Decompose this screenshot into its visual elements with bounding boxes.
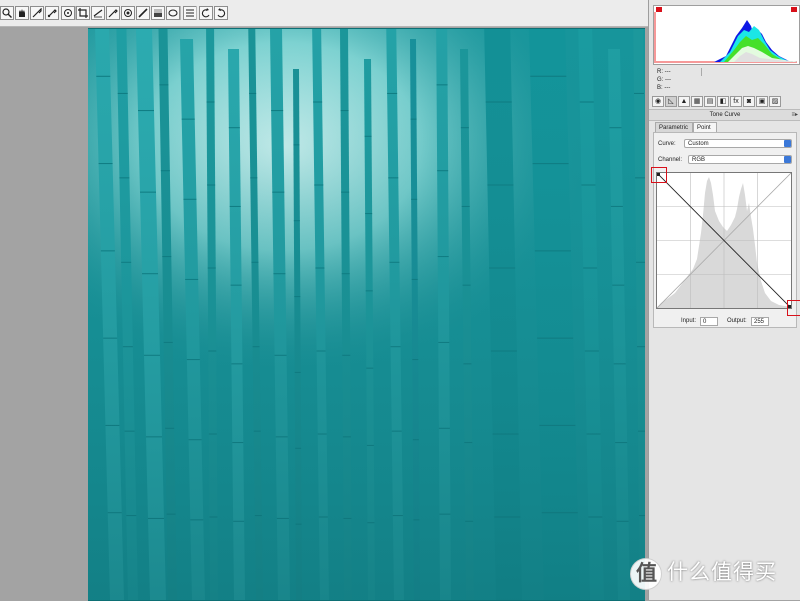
adjustment-brush-button[interactable] xyxy=(136,6,150,20)
adjustments-panel: R: --- G: --- B: --- ◉ ◺ ▲ ▦ ▤ ◧ fx ◙ ▣ ▨ Tone Cu… xyxy=(648,0,800,600)
readout-r: R: --- xyxy=(657,69,671,75)
radial-filter-icon xyxy=(168,9,178,17)
readout-b: B: --- xyxy=(657,85,671,91)
input-field[interactable]: 0 xyxy=(700,317,718,326)
watermark-logo: 值 xyxy=(630,558,662,590)
histogram xyxy=(653,5,800,65)
red-eye-tool-icon xyxy=(124,9,132,17)
zoom-tool-button[interactable] xyxy=(0,6,14,20)
lens-corrections-tab-icon[interactable]: ◧ xyxy=(717,96,729,107)
preferences-button[interactable] xyxy=(183,6,197,20)
straighten-tool-icon xyxy=(93,9,103,18)
zoom-tool-icon xyxy=(2,8,12,18)
watermark-text: 什么值得买 xyxy=(667,561,777,584)
presets-tab-icon[interactable]: ▣ xyxy=(756,96,768,107)
curve-preset-select[interactable]: Custom xyxy=(684,139,792,148)
graduated-filter-button[interactable] xyxy=(151,6,165,20)
crop-tool-button[interactable] xyxy=(76,6,90,20)
basic-tab-icon[interactable]: ◉ xyxy=(652,96,664,107)
tab-parametric[interactable]: Parametric xyxy=(655,122,693,132)
image-canvas[interactable] xyxy=(0,27,648,601)
shadow-clipping-warning[interactable] xyxy=(656,7,662,12)
snapshots-tab-icon[interactable]: ▨ xyxy=(769,96,781,107)
readout-g: G: --- xyxy=(657,77,671,83)
tool-separator xyxy=(196,6,197,20)
panel-menu-icon[interactable]: ≡▸ xyxy=(791,110,798,120)
readout-divider xyxy=(701,68,702,76)
tone-curve-svg xyxy=(656,172,792,309)
panel-title-text: Tone Curve xyxy=(709,112,741,118)
output-label: Output: xyxy=(727,318,747,324)
split-toning-tab-icon[interactable]: ▤ xyxy=(704,96,716,107)
effects-tab-icon[interactable]: fx xyxy=(730,96,742,107)
preferences-icon xyxy=(186,9,194,17)
photo-preview[interactable] xyxy=(88,28,645,601)
tool-separator xyxy=(180,6,181,20)
adjustment-brush-icon xyxy=(138,8,148,18)
spot-removal-tool-button[interactable] xyxy=(106,6,120,20)
rotate-ccw-icon xyxy=(201,8,210,18)
input-label: Input: xyxy=(681,318,697,324)
tab-point[interactable]: Point xyxy=(693,122,717,132)
hand-tool-icon xyxy=(19,9,25,17)
straighten-tool-button[interactable] xyxy=(91,6,105,20)
curve-preset-value: Custom xyxy=(688,141,709,147)
toolbar xyxy=(0,0,648,27)
camera-calibration-tab-icon[interactable]: ◙ xyxy=(743,96,755,107)
panel-icon-tabs: ◉ ◺ ▲ ▦ ▤ ◧ fx ◙ ▣ ▨ xyxy=(652,96,797,108)
color-sampler-tool-button[interactable] xyxy=(45,6,59,20)
channel-label: Channel: xyxy=(658,157,683,163)
output-field[interactable]: 255 xyxy=(751,317,769,326)
rotate-ccw-button[interactable] xyxy=(199,6,213,20)
hand-tool-button[interactable] xyxy=(15,6,29,20)
histogram-graph xyxy=(654,12,797,63)
hsl-tab-icon[interactable]: ▦ xyxy=(691,96,703,107)
graduated-filter-icon xyxy=(154,9,162,17)
chevron-updown-icon xyxy=(784,156,791,163)
panel-title: Tone Curve ≡▸ xyxy=(649,109,800,121)
bottom-right-point-highlight xyxy=(787,300,800,316)
rgb-readout: R: --- G: --- B: --- xyxy=(657,68,797,94)
rotate-cw-icon xyxy=(217,8,226,18)
rotate-cw-button[interactable] xyxy=(214,6,228,20)
bamboo-forest-image xyxy=(88,29,645,600)
curve-label: Curve: xyxy=(658,141,676,147)
white-balance-tool-icon xyxy=(32,8,42,18)
channel-value: RGB xyxy=(692,157,706,163)
tone-curve-graph[interactable] xyxy=(656,172,792,309)
targeted-adjustment-tool-icon xyxy=(64,9,72,17)
chevron-updown-icon xyxy=(784,140,791,147)
watermark: 值 什么值得买 xyxy=(630,558,798,590)
top-left-point-highlight xyxy=(651,167,667,183)
channel-select[interactable]: RGB xyxy=(688,155,792,164)
color-sampler-tool-icon xyxy=(47,9,57,18)
crop-tool-icon xyxy=(78,8,88,18)
tone-curve-tab-icon[interactable]: ◺ xyxy=(665,96,677,107)
highlight-clipping-warning[interactable] xyxy=(791,7,797,12)
white-balance-tool-button[interactable] xyxy=(30,6,44,20)
radial-filter-button[interactable] xyxy=(166,6,180,20)
tool-separator xyxy=(75,6,76,20)
spot-removal-tool-icon xyxy=(108,9,118,18)
targeted-adjustment-tool-button[interactable] xyxy=(61,6,75,20)
red-eye-tool-button[interactable] xyxy=(121,6,135,20)
detail-tab-icon[interactable]: ▲ xyxy=(678,96,690,107)
